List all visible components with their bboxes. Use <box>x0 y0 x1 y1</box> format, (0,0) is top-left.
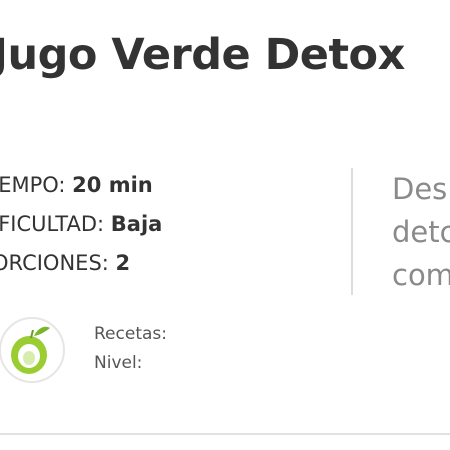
meta-difficulty: IFICULTAD: Baja <box>0 205 162 244</box>
green-fruit-logo-icon[interactable] <box>0 316 66 384</box>
meta-time-label: IEMPO: <box>0 173 73 197</box>
meta-time: IEMPO: 20 min <box>0 166 162 205</box>
description-line: com <box>392 258 450 292</box>
description-line: Desl <box>392 172 450 206</box>
recipe-title: Jugo Verde Detox <box>0 30 405 80</box>
meta-difficulty-label: IFICULTAD: <box>0 212 111 236</box>
stat-level-label: Nivel: <box>94 353 143 373</box>
recipe-description: Desl detc com <box>392 168 450 298</box>
description-line: detc <box>392 215 450 249</box>
meta-servings: ORCIONES: 2 <box>0 244 162 283</box>
recipe-meta: IEMPO: 20 min IFICULTAD: Baja ORCIONES: … <box>0 166 162 283</box>
meta-difficulty-value: Baja <box>110 212 163 236</box>
vertical-divider <box>351 168 353 295</box>
stat-recipes-label: Recetas: <box>94 324 167 344</box>
meta-servings-label: ORCIONES: <box>0 251 116 275</box>
author-stats: Recetas: Nivel: <box>94 320 167 378</box>
meta-servings-value: 2 <box>115 251 131 275</box>
bottom-divider <box>0 433 450 435</box>
meta-time-value: 20 min <box>72 173 153 197</box>
